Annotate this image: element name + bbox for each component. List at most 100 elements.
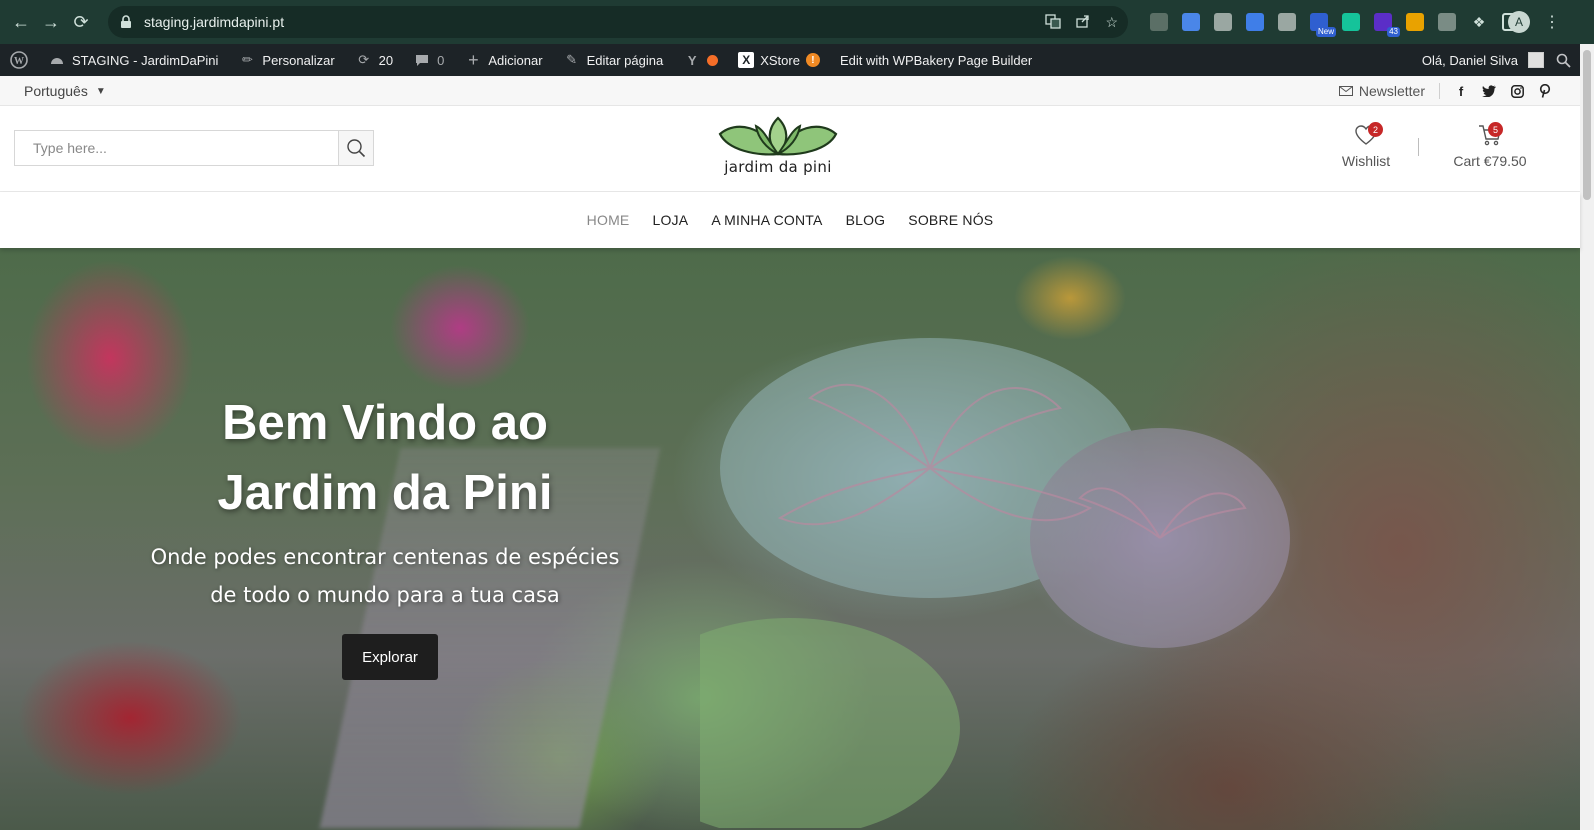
- add-new-label: Adicionar: [488, 52, 543, 68]
- scrollbar-thumb[interactable]: [1583, 50, 1591, 200]
- top-info-bar: Português ▼ Newsletter f: [0, 76, 1580, 106]
- wishlist-link[interactable]: 2 Wishlist: [1338, 122, 1394, 169]
- translate-extension-icon[interactable]: [1246, 13, 1264, 31]
- brush-icon: ✏: [241, 52, 253, 67]
- url-text[interactable]: staging.jardimdapini.pt: [144, 14, 284, 30]
- wp-admin-bar: W STAGING - JardimDaPini ✏ Personalizar …: [0, 44, 1580, 76]
- succulent-illustration: [700, 338, 1290, 828]
- add-new-item[interactable]: + Adicionar: [454, 44, 552, 76]
- language-selector[interactable]: Português ▼: [24, 76, 106, 106]
- shield-extension-icon[interactable]: 43: [1374, 13, 1400, 37]
- browser-toolbar: ← → ⟳ staging.jardimdapini.pt ☆ New 43 ❖ A…: [0, 0, 1594, 44]
- translate-page-icon[interactable]: [1045, 13, 1062, 32]
- twitter-icon[interactable]: [1482, 84, 1496, 98]
- edit-page-item[interactable]: ✎ Editar página: [553, 44, 674, 76]
- site-logo[interactable]: jardim da pini: [716, 114, 840, 186]
- site-name-label: STAGING - JardimDaPini: [72, 52, 219, 68]
- hero-title-line-2: Jardim da Pini: [217, 466, 553, 520]
- new-extension-icon[interactable]: New: [1310, 13, 1336, 37]
- extension-badge: New: [1315, 27, 1336, 37]
- envelope-icon: [1338, 83, 1353, 99]
- customize-label: Personalizar: [262, 52, 335, 68]
- lotus-logo-icon: [718, 116, 838, 156]
- hero-title: Bem Vindo ao Jardim da Pini: [150, 388, 620, 528]
- yoast-item[interactable]: Y: [673, 44, 728, 76]
- xstore-label: XStore: [760, 52, 800, 68]
- edit-page-label: Editar página: [586, 52, 664, 68]
- pencil-icon: ✎: [566, 52, 578, 67]
- nav-shop[interactable]: LOJA: [652, 212, 688, 228]
- plus-icon: +: [468, 49, 479, 70]
- customize-item[interactable]: ✏ Personalizar: [228, 44, 344, 76]
- comment-bubble-icon: [413, 51, 431, 69]
- xstore-icon: X: [738, 52, 755, 68]
- updates-count: 20: [378, 52, 394, 68]
- hero-title-line-1: Bem Vindo ao: [222, 396, 548, 450]
- wpbakery-label: Edit with WPBakery Page Builder: [839, 52, 1033, 68]
- kebab-menu-icon[interactable]: ⋮: [1544, 12, 1560, 32]
- cart-count-badge: 5: [1488, 122, 1503, 137]
- explore-button[interactable]: Explorar: [342, 634, 438, 680]
- site-header: jardim da pini 2 Wishlist 5 Cart €79.50: [0, 106, 1580, 192]
- hero-banner: Bem Vindo ao Jardim da Pini Onde podes e…: [0, 248, 1580, 830]
- header-divider: [1418, 138, 1419, 156]
- cart-total: €79.50: [1483, 153, 1527, 169]
- xstore-item[interactable]: X XStore !: [728, 44, 830, 76]
- profile-avatar[interactable]: A: [1508, 11, 1530, 33]
- docs-extension-icon[interactable]: [1182, 13, 1200, 31]
- hero-subtitle-line-1: Onde podes encontrar centenas de espécie…: [150, 545, 620, 569]
- camera-extension-icon[interactable]: [1278, 13, 1296, 31]
- forward-arrow-icon[interactable]: →: [36, 7, 66, 37]
- nav-my-account[interactable]: A MINHA CONTA: [711, 212, 822, 228]
- lock-icon: [120, 15, 134, 29]
- reload-icon[interactable]: ⟳: [66, 7, 96, 37]
- instagram-icon[interactable]: [1510, 84, 1524, 98]
- comments-item[interactable]: 0: [403, 44, 454, 76]
- svg-text:W: W: [14, 56, 24, 67]
- search-form: [14, 130, 374, 166]
- recycle-extension-icon[interactable]: [1150, 13, 1168, 31]
- facebook-icon[interactable]: f: [1454, 84, 1468, 99]
- search-icon[interactable]: [1554, 51, 1572, 69]
- hero-text-block: Bem Vindo ao Jardim da Pini Onde podes e…: [150, 388, 620, 614]
- logo-text: jardim da pini: [724, 158, 832, 176]
- address-bar[interactable]: staging.jardimdapini.pt ☆: [108, 6, 1128, 38]
- tag-extension-icon[interactable]: [1406, 13, 1424, 31]
- page-scrollbar[interactable]: [1580, 44, 1594, 830]
- share-icon[interactable]: [1075, 13, 1091, 32]
- caret-down-icon: ▼: [95, 85, 106, 97]
- magnifier-icon: [347, 139, 366, 158]
- pinterest-icon[interactable]: [1538, 84, 1552, 98]
- wpbakery-item[interactable]: Edit with WPBakery Page Builder: [830, 44, 1042, 76]
- extension-badge: 43: [1387, 27, 1400, 37]
- nav-about[interactable]: SOBRE NÓS: [908, 212, 993, 228]
- user-avatar[interactable]: [1528, 52, 1544, 68]
- cart-link[interactable]: 5 Cart €79.50: [1448, 122, 1532, 169]
- globe-extension-icon[interactable]: [1214, 13, 1232, 31]
- search-input[interactable]: [15, 131, 338, 165]
- search-button[interactable]: [338, 131, 373, 165]
- updates-icon: ⟳: [358, 52, 370, 67]
- hero-subtitle-line-2: de todo o mundo para a tua casa: [210, 583, 560, 607]
- cart-label: Cart: [1453, 153, 1480, 169]
- back-arrow-icon[interactable]: ←: [6, 7, 36, 37]
- greeting-label[interactable]: Olá, Daniel Silva: [1422, 53, 1518, 68]
- bookmark-star-icon[interactable]: ☆: [1105, 14, 1118, 31]
- comments-count: 0: [437, 52, 445, 68]
- nav-home[interactable]: HOME: [587, 212, 630, 228]
- dashboard-gauge-icon: [48, 51, 66, 69]
- xfilter-extension-icon[interactable]: [1438, 13, 1456, 31]
- grammarly-extension-icon[interactable]: [1342, 13, 1360, 31]
- warning-icon: !: [805, 53, 820, 67]
- newsletter-label: Newsletter: [1358, 83, 1425, 99]
- extensions-area: New 43 ❖: [1150, 7, 1520, 37]
- extensions-puzzle-icon[interactable]: ❖: [1470, 13, 1488, 31]
- updates-item[interactable]: ⟳ 20: [345, 44, 403, 76]
- wishlist-count-badge: 2: [1368, 122, 1383, 137]
- site-name-item[interactable]: STAGING - JardimDaPini: [38, 44, 228, 76]
- main-navigation: HOME LOJA A MINHA CONTA BLOG SOBRE NÓS: [0, 192, 1580, 248]
- seo-status-dot: [707, 54, 719, 66]
- nav-blog[interactable]: BLOG: [846, 212, 886, 228]
- wordpress-logo-item[interactable]: W: [0, 44, 38, 76]
- newsletter-link[interactable]: Newsletter: [1338, 83, 1425, 99]
